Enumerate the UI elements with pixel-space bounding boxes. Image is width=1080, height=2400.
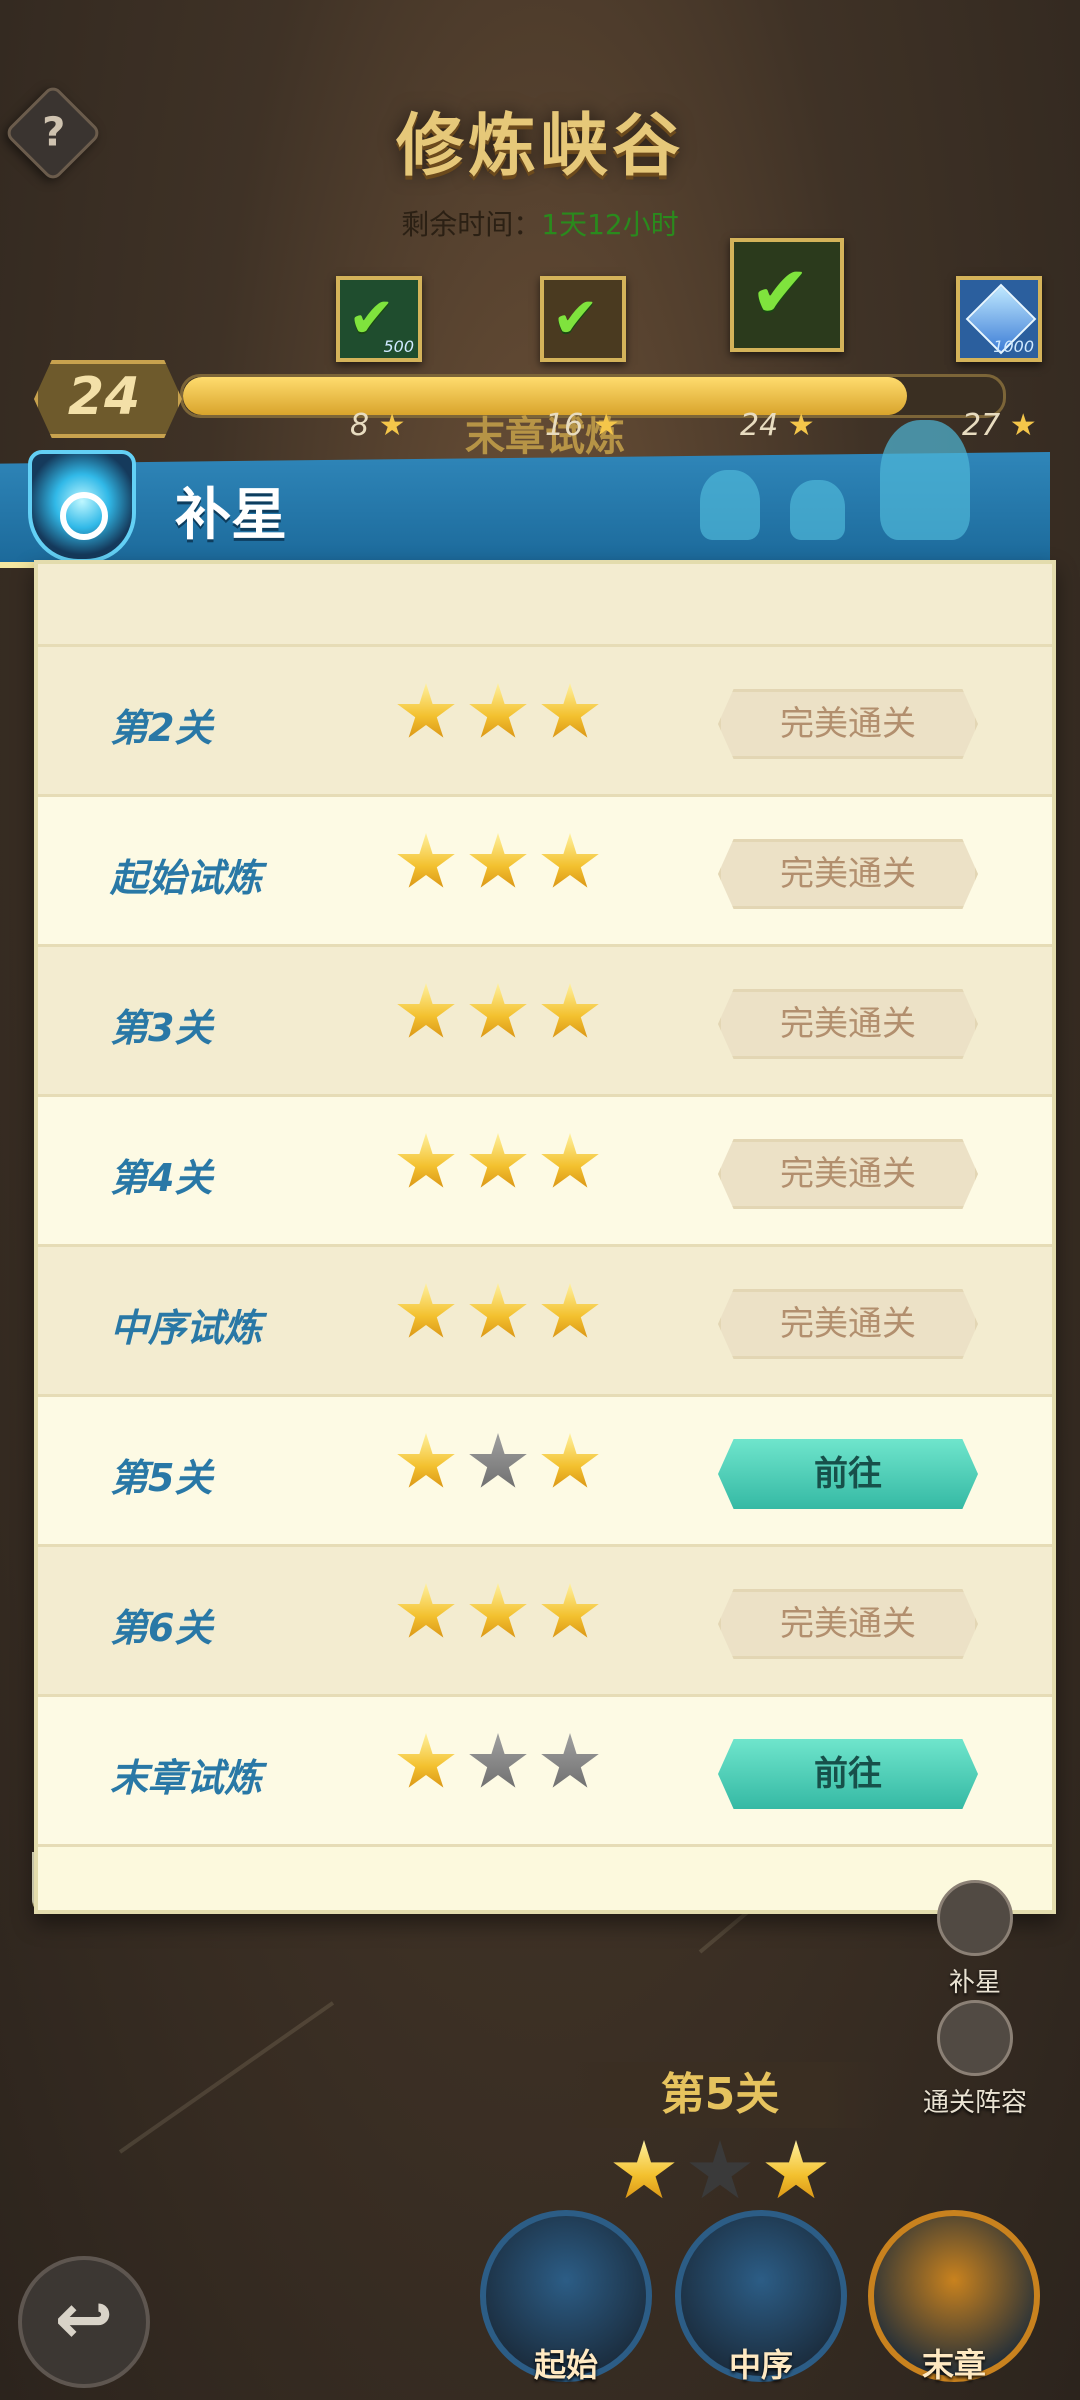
star-filled-icon	[397, 1433, 455, 1488]
perfect-clear-badge: 完美通关	[718, 689, 978, 759]
back-button[interactable]: ↩	[18, 2256, 150, 2388]
star-filled-icon	[397, 1133, 455, 1188]
chapter-start-button[interactable]: 起始	[480, 2210, 652, 2384]
star-badge-icon	[937, 1880, 1013, 1956]
milestone-27: 27 ★	[962, 408, 1037, 443]
stage-list[interactable]: 第2关 完美通关 起始试炼 完美通关 第3关 完美通关 第4关 完美通关 中序试炼 完美通关 第5关…	[34, 560, 1056, 1914]
star-icon: ★	[787, 408, 815, 443]
stage-row: 第4关 完美通关	[38, 1097, 1052, 1247]
stage-name: 中序试炼	[110, 1306, 263, 1350]
remaining-time-value: 1天12小时	[541, 208, 679, 241]
milestone-16: 16 ★	[545, 408, 620, 443]
star-filled-icon	[397, 1733, 455, 1788]
star-empty-icon	[469, 1733, 527, 1788]
milestone-24: 24 ★	[740, 408, 815, 443]
stage-name: 第6关	[110, 1606, 213, 1650]
supplement-star-label: 补星	[948, 1968, 1001, 1998]
goto-button[interactable]: 前往	[718, 1739, 978, 1809]
stage-name: 第3关	[110, 1006, 213, 1050]
background-streak	[118, 2001, 335, 2154]
reward-diamond-27[interactable]: 1000	[956, 276, 1042, 362]
chapter-final-button[interactable]: 末章	[868, 2210, 1040, 2384]
chapter-middle-button[interactable]: 中序	[675, 2210, 847, 2384]
monster-silhouette-icon	[880, 420, 970, 540]
star-filled-icon	[541, 833, 599, 888]
remaining-time: 剩余时间：1天12小时	[0, 203, 1080, 243]
star-icon: ★	[1009, 408, 1037, 443]
star-empty-icon	[469, 1433, 527, 1488]
star-emblem-icon	[18, 430, 138, 563]
goto-button[interactable]: 前往	[718, 1439, 978, 1509]
star-filled-icon	[397, 683, 455, 738]
star-icon: ★	[592, 408, 620, 443]
star-filled-icon	[765, 2140, 827, 2199]
clear-lineup-label: 通关阵容	[922, 2088, 1027, 2118]
stage-row: 末章试炼 前往	[38, 1697, 1052, 1847]
monster-silhouette-icon	[790, 480, 845, 540]
reward-amount: 1000	[993, 337, 1034, 356]
star-filled-icon	[469, 1583, 527, 1638]
monster-silhouette-icon	[700, 470, 760, 540]
star-filled-icon	[397, 1283, 455, 1338]
star-filled-icon	[397, 983, 455, 1038]
stage-row: 第6关 完美通关	[38, 1547, 1052, 1697]
stage-name: 末章试炼	[110, 1756, 263, 1800]
star-filled-icon	[469, 683, 527, 738]
stage-name: 起始试炼	[110, 856, 263, 900]
perfect-clear-badge: 完美通关	[718, 989, 978, 1059]
star-filled-icon	[613, 2140, 675, 2199]
star-empty-icon	[689, 2140, 751, 2199]
perfect-clear-badge: 完美通关	[718, 839, 978, 909]
stage-row: 中序试炼 完美通关	[38, 1247, 1052, 1397]
reward-chest-24[interactable]: ✔	[730, 238, 844, 352]
star-filled-icon	[541, 983, 599, 1038]
perfect-clear-badge: 完美通关	[718, 1589, 978, 1659]
supplement-star-button[interactable]: 补星	[925, 1880, 1025, 1999]
check-icon: ✔	[552, 286, 599, 351]
milestone-8: 8 ★	[350, 408, 406, 443]
list-row-partial	[38, 564, 1052, 647]
page-title: 修炼峡谷	[395, 107, 684, 186]
stage-row: 第2关 完美通关	[38, 647, 1052, 797]
star-filled-icon	[469, 833, 527, 888]
perfect-clear-badge: 完美通关	[718, 1289, 978, 1359]
panel-title: 补星	[175, 483, 287, 548]
current-stage-label: 第5关	[560, 2062, 880, 2128]
star-empty-icon	[541, 1733, 599, 1788]
star-icon: ★	[378, 408, 406, 443]
star-filled-icon	[541, 683, 599, 738]
stage-name: 第2关	[110, 706, 213, 750]
star-filled-icon	[541, 1433, 599, 1488]
star-filled-icon	[469, 1133, 527, 1188]
star-filled-icon	[541, 1283, 599, 1338]
reward-chest-16[interactable]: ✔	[540, 276, 626, 362]
back-arrow-icon: ↩	[54, 2278, 114, 2360]
star-filled-icon	[541, 1133, 599, 1188]
star-filled-icon	[469, 983, 527, 1038]
reward-amount: 500	[383, 337, 414, 356]
clear-lineup-button[interactable]: 通关阵容	[900, 2000, 1050, 2119]
star-filled-icon	[397, 1583, 455, 1638]
star-count-value: 24	[67, 367, 141, 427]
stage-row: 第5关 前往	[38, 1397, 1052, 1547]
stage-row: 起始试炼 完美通关	[38, 797, 1052, 947]
shield-icon	[937, 2000, 1013, 2076]
perfect-clear-badge: 完美通关	[718, 1139, 978, 1209]
remaining-time-label: 剩余时间：	[401, 208, 542, 241]
star-filled-icon	[397, 833, 455, 888]
star-filled-icon	[469, 1283, 527, 1338]
reward-chest-8[interactable]: ✔ 500	[336, 276, 422, 362]
stage-name: 第4关	[110, 1156, 213, 1200]
star-filled-icon	[541, 1583, 599, 1638]
stage-row: 第3关 完美通关	[38, 947, 1052, 1097]
check-icon: ✔	[750, 250, 811, 334]
stage-name: 第5关	[110, 1456, 213, 1500]
